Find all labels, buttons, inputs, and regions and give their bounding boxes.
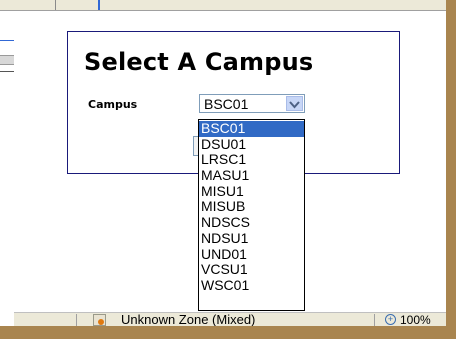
browser-toolbar-strip [0, 0, 446, 11]
dropdown-option-vcsu1[interactable]: VCSU1 [199, 261, 304, 278]
dropdown-option-bsc01[interactable]: BSC01 [199, 120, 304, 137]
dropdown-option-lrsc1[interactable]: LRSC1 [199, 152, 304, 168]
status-bar: Unknown Zone (Mixed) + 100% [14, 312, 446, 326]
security-zone-text: Unknown Zone (Mixed) [121, 312, 256, 327]
dropdown-option-dsu01[interactable]: DSU01 [199, 136, 304, 153]
dropdown-option-misub[interactable]: MISUB [199, 199, 304, 215]
browser-window: Select A Campus Campus BSC01 BSC01 DSU01… [0, 0, 446, 326]
zone-icon [93, 314, 106, 326]
campus-dropdown-list[interactable]: BSC01 DSU01 LRSC1 MASU1 MISU1 MISUB NDSC… [198, 119, 305, 311]
chevron-down-icon[interactable] [286, 96, 303, 111]
dropdown-option-wsc01[interactable]: WSC01 [199, 277, 304, 294]
dropdown-option-und01[interactable]: UND01 [199, 246, 304, 263]
dropdown-option-ndscs[interactable]: NDSCS [199, 214, 304, 231]
desktop-frame-bottom [0, 326, 456, 339]
zoom-icon[interactable]: + [385, 314, 396, 325]
status-divider [76, 314, 77, 326]
side-frame-divider [0, 71, 14, 72]
toolbar-segment [0, 0, 56, 10]
page-title: Select A Campus [84, 48, 314, 76]
dropdown-option-ndsu1[interactable]: NDSU1 [199, 230, 304, 247]
zoom-level[interactable]: 100% [400, 313, 431, 326]
campus-select[interactable]: BSC01 [199, 94, 305, 113]
toolbar-accent [98, 0, 100, 10]
side-frame [0, 40, 14, 326]
dropdown-option-misu1[interactable]: MISU1 [199, 183, 304, 200]
dropdown-option-masu1[interactable]: MASU1 [199, 167, 304, 184]
side-frame-blue-line [0, 40, 14, 41]
desktop-frame-right [446, 0, 456, 339]
status-divider [374, 314, 375, 326]
side-frame-gray-bar [0, 55, 14, 65]
campus-label: Campus [88, 98, 138, 111]
campus-select-value: BSC01 [204, 96, 249, 112]
